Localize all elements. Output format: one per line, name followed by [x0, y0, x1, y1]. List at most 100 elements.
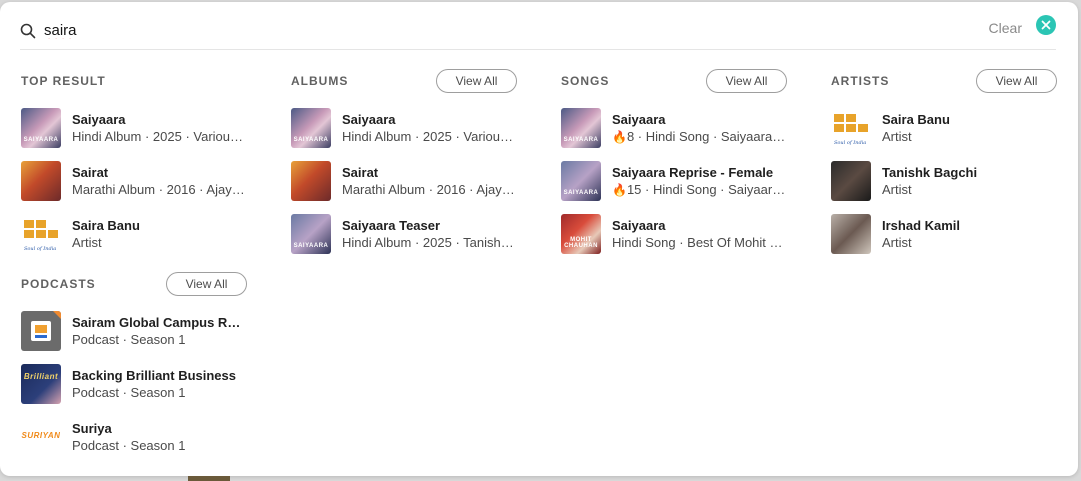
- search-input[interactable]: [44, 22, 924, 39]
- item-title: Sairat: [72, 164, 109, 180]
- svg-text:Soul of India: Soul of India: [24, 246, 56, 252]
- artist-thumbnail: [831, 161, 871, 201]
- album-thumbnail: [21, 161, 61, 201]
- list-item[interactable]: Brilliant Backing Brilliant Business Podc…: [21, 364, 247, 404]
- item-title: Sairam Global Campus Radio: [72, 314, 247, 330]
- section-title: ARTISTS: [831, 74, 890, 88]
- item-subtitle: Artist: [72, 234, 102, 250]
- songs-view-all-button[interactable]: View All: [706, 69, 787, 93]
- podcast-thumbnail: SURIYAN: [21, 417, 61, 457]
- list-item[interactable]: Sairat Marathi Album · 2016 · Ajay-Atul: [21, 161, 247, 201]
- list-item[interactable]: SAIYAARA Saiyaara Hindi Album · 2025 · Va…: [21, 108, 247, 148]
- item-subtitle: Hindi Album · 2025 · Tanishk Bagchi: [342, 234, 517, 250]
- item-title: Backing Brilliant Business: [72, 367, 236, 383]
- item-subtitle-text: 15 · Hindi Song · Saiyaara · Tanishk Bag…: [626, 181, 787, 197]
- artists-header: ARTISTS View All: [831, 68, 1057, 94]
- item-subtitle: Podcast · Season 1: [72, 331, 186, 347]
- item-subtitle-text: 8 · Hindi Song · Saiyaara · Tanishk Bagc…: [626, 128, 787, 144]
- item-subtitle: Hindi Album · 2025 · Various Artists: [72, 128, 247, 144]
- clear-button[interactable]: Clear: [989, 20, 1022, 36]
- item-subtitle: Artist: [882, 181, 912, 197]
- item-title: Saiyaara: [612, 217, 666, 233]
- podcasts-view-all-button[interactable]: View All: [166, 272, 247, 296]
- podcast-thumbnail: Brilliant: [21, 364, 61, 404]
- item-subtitle: Marathi Album · 2016 · Ajay-Atul: [72, 181, 247, 197]
- search-icon: [20, 22, 38, 40]
- albums-header: ALBUMS View All: [291, 68, 517, 94]
- item-subtitle: 🔥8 · Hindi Song · Saiyaara · Tanishk Bag…: [612, 128, 787, 146]
- list-item[interactable]: Sairat Marathi Album · 2016 · Ajay-Atul: [291, 161, 517, 201]
- item-title: Saira Banu: [72, 217, 140, 233]
- item-title: Irshad Kamil: [882, 217, 961, 233]
- thumb-text: SAIYAARA: [563, 137, 599, 143]
- album-thumbnail: SAIYAARA: [291, 108, 331, 148]
- album-thumbnail: SAIYAARA: [21, 108, 61, 148]
- item-subtitle: Artist: [882, 128, 912, 144]
- item-subtitle: Hindi Album · 2025 · Various Artists: [342, 128, 517, 144]
- albums-section: ALBUMS View All SAIYAARA Saiyaara Hindi A…: [291, 68, 517, 267]
- thumb-text: SAIYAARA: [563, 190, 599, 196]
- list-item[interactable]: SURIYAN Suriya Podcast · Season 1: [21, 417, 247, 457]
- item-title: Suriya: [72, 420, 112, 436]
- section-title: TOP RESULT: [21, 74, 106, 88]
- section-title: ALBUMS: [291, 74, 349, 88]
- item-title: Saiyaara Reprise - Female: [612, 164, 774, 180]
- close-icon: [1041, 20, 1051, 30]
- thumb-text: MOHIT CHAUHAN: [564, 237, 598, 249]
- song-thumbnail: SAIYAARA: [561, 108, 601, 148]
- thumb-text: SAIYAARA: [293, 243, 329, 249]
- search-results-panel: Clear TOP RESULT SAIYAARA SaiyaaraHindi …: [0, 2, 1078, 476]
- artist-thumbnail: Soul of India: [831, 108, 871, 148]
- item-subtitle: Podcast · Season 1: [72, 384, 186, 400]
- thumb-text: SURIYAN: [21, 431, 61, 440]
- artist-thumbnail: Soul of India: [21, 214, 61, 254]
- item-subtitle: Marathi Album · 2016 · Ajay-Atul: [342, 181, 517, 197]
- fire-icon: 🔥: [612, 182, 627, 197]
- list-item[interactable]: Irshad Kamil Artist: [831, 214, 1057, 254]
- item-title: Tanishk Bagchi: [882, 164, 978, 180]
- item-title: Saiyaara: [612, 111, 666, 127]
- album-thumbnail: [291, 161, 331, 201]
- search-bar: Clear: [20, 12, 1056, 50]
- item-title: Saiyaara Teaser: [342, 217, 441, 233]
- fire-icon: 🔥: [612, 129, 627, 144]
- songs-section: SONGS View All SAIYAARA Saiyaara 🔥8 · Hin…: [561, 68, 787, 267]
- list-item[interactable]: SAIYAARA Saiyaara Reprise - Female 🔥15 · …: [561, 161, 787, 201]
- saregama-logo: Soul of India: [23, 218, 59, 252]
- songs-header: SONGS View All: [561, 68, 787, 94]
- song-thumbnail: SAIYAARA: [561, 161, 601, 201]
- item-title: Saiyaara: [342, 111, 396, 127]
- thumb-text: Brilliant: [23, 372, 59, 381]
- list-item[interactable]: MOHIT CHAUHAN Saiyaara Hindi Song · Best …: [561, 214, 787, 254]
- artists-view-all-button[interactable]: View All: [976, 69, 1057, 93]
- podcast-thumbnail: [21, 311, 61, 351]
- item-title: Sairat: [342, 164, 379, 180]
- radio-logo: [31, 311, 61, 341]
- list-item[interactable]: Soul of India Saira Banu Artist: [21, 214, 247, 254]
- item-subtitle: 🔥15 · Hindi Song · Saiyaara · Tanishk Ba…: [612, 181, 787, 199]
- list-item[interactable]: Soul of India Saira Banu Artist: [831, 108, 1057, 148]
- list-item[interactable]: SAIYAARA Saiyaara Teaser Hindi Album · 20…: [291, 214, 517, 254]
- album-thumbnail: SAIYAARA: [291, 214, 331, 254]
- item-subtitle: Artist: [882, 234, 912, 250]
- thumb-text: SAIYAARA: [293, 137, 329, 143]
- saregama-logo: Soul of India: [834, 114, 868, 146]
- background-thumbnail-peek: [188, 476, 230, 481]
- artists-section: ARTISTS View All Soul of India Saira Ban…: [831, 68, 1057, 267]
- list-item[interactable]: Tanishk Bagchi Artist: [831, 161, 1057, 201]
- item-subtitle: Hindi Song · Best Of Mohit Chauhan: [612, 234, 787, 250]
- section-title: SONGS: [561, 74, 610, 88]
- albums-view-all-button[interactable]: View All: [436, 69, 517, 93]
- item-subtitle: Podcast · Season 1: [72, 437, 186, 453]
- item-title: Saira Banu: [882, 111, 950, 127]
- list-item[interactable]: SAIYAARA Saiyaara 🔥8 · Hindi Song · Saiya…: [561, 108, 787, 148]
- close-search-button[interactable]: [1036, 15, 1056, 35]
- top-result-header: TOP RESULT: [21, 68, 247, 94]
- list-item[interactable]: Sairam Global Campus Radio Podcast · Seas…: [21, 311, 247, 351]
- section-title: PODCASTS: [21, 277, 96, 291]
- svg-text:Soul of India: Soul of India: [834, 140, 866, 146]
- song-thumbnail: MOHIT CHAUHAN: [561, 214, 601, 254]
- artist-thumbnail: [831, 214, 871, 254]
- list-item[interactable]: SAIYAARA Saiyaara Hindi Album · 2025 · Va…: [291, 108, 517, 148]
- podcasts-header: PODCASTS View All: [21, 271, 247, 297]
